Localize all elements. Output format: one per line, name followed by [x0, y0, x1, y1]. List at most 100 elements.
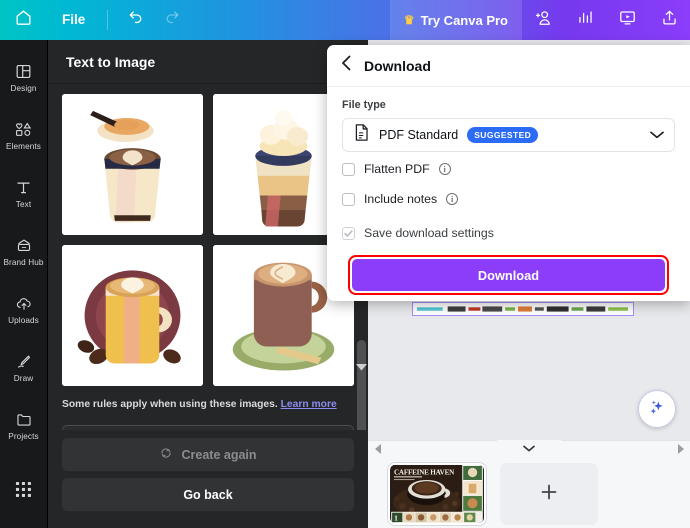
svg-text:1: 1 — [394, 514, 398, 523]
crown-icon: ♛ — [404, 14, 415, 26]
toolbar-divider — [107, 10, 108, 30]
sidebar-item-elements[interactable]: Elements — [0, 106, 48, 164]
file-type-value: PDF Standard — [379, 128, 458, 142]
file-type-select[interactable]: PDF Standard SUGGESTED — [342, 118, 675, 152]
text-to-image-panel: Text to Image — [48, 40, 368, 528]
top-toolbar: File ♛ Try Canva Pro — [0, 0, 690, 40]
scrollbar-thumb[interactable] — [357, 340, 366, 430]
info-circle-icon[interactable]: i — [439, 163, 451, 175]
present-icon — [618, 8, 637, 32]
page-thumbnail-1[interactable]: CAFFEINE HAVEN 1 — [388, 463, 486, 525]
try-canva-pro-label: Try Canva Pro — [421, 13, 508, 28]
rules-label: Some rules apply when using these images… — [62, 399, 278, 410]
go-back-label: Go back — [183, 488, 232, 502]
sidebar-item-apps[interactable] — [0, 460, 48, 518]
undo-icon — [125, 9, 143, 32]
chevron-down-icon — [523, 439, 535, 457]
selected-canvas-element[interactable] — [412, 302, 634, 316]
redo-icon — [165, 9, 183, 32]
text-t-icon — [14, 176, 33, 198]
back-button[interactable] — [341, 55, 352, 76]
add-page-button[interactable] — [500, 463, 598, 525]
elements-shapes-icon — [13, 118, 34, 140]
left-sidebar-rail: Design Elements Text — [0, 40, 48, 528]
sidebar-item-draw[interactable]: Draw — [0, 338, 48, 396]
pages-bar: CAFFEINE HAVEN 1 — [368, 440, 690, 528]
download-panel-title: Download — [364, 58, 431, 74]
document-file-icon — [353, 123, 370, 147]
generated-image-1[interactable] — [62, 94, 203, 235]
flatten-pdf-checkbox-row[interactable]: Flatten PDF i — [342, 156, 675, 182]
svg-text:CAFFEINE HAVEN: CAFFEINE HAVEN — [394, 468, 455, 476]
go-back-button[interactable]: Go back — [62, 478, 354, 511]
download-button-highlight: Download — [348, 255, 669, 295]
panel-title: Text to Image — [48, 40, 368, 84]
insights-chart-icon — [576, 8, 595, 32]
share-collaborators-button[interactable] — [522, 0, 564, 40]
collapse-pages-button[interactable] — [497, 440, 561, 456]
suggested-badge: SUGGESTED — [467, 127, 538, 143]
flatten-pdf-label: Flatten PDF — [364, 162, 430, 176]
home-icon — [14, 8, 33, 32]
chevron-down-icon — [650, 126, 664, 144]
chevron-right-icon — [677, 441, 684, 459]
sidebar-item-label: Draw — [14, 375, 34, 383]
sidebar-item-label: Elements — [6, 143, 41, 151]
brand-hub-icon — [14, 234, 34, 256]
sidebar-item-label: Brand Hub — [3, 259, 43, 267]
next-page-button[interactable] — [673, 443, 687, 457]
page-thumbnails: CAFFEINE HAVEN 1 — [388, 463, 598, 525]
include-notes-checkbox[interactable] — [342, 193, 355, 206]
plus-icon — [539, 482, 559, 506]
create-again-label: Create again — [181, 448, 256, 462]
save-settings-checkbox-row[interactable]: Save download settings — [342, 220, 675, 246]
draw-pen-icon — [14, 350, 34, 372]
canva-editor-window: File ♛ Try Canva Pro — [0, 0, 690, 528]
info-circle-icon[interactable]: i — [446, 193, 458, 205]
home-button[interactable] — [0, 0, 46, 40]
include-notes-checkbox-row[interactable]: Include notes i — [342, 186, 675, 212]
chevron-left-icon — [375, 441, 382, 459]
create-again-button[interactable]: Create again — [62, 438, 354, 471]
add-collaborator-icon — [533, 8, 553, 33]
sidebar-item-label: Text — [16, 201, 31, 209]
apps-grid-icon — [15, 478, 32, 500]
download-panel-header: Download — [327, 45, 690, 87]
redo-button[interactable] — [154, 0, 194, 40]
flatten-pdf-checkbox[interactable] — [342, 163, 355, 176]
undo-button[interactable] — [114, 0, 154, 40]
magic-sparkle-icon — [647, 397, 667, 422]
share-button[interactable] — [648, 0, 690, 40]
share-upload-icon — [660, 8, 679, 32]
download-panel: Download File type PDF Standard SUGGESTE… — [327, 45, 690, 301]
sidebar-item-design[interactable]: Design — [0, 48, 48, 106]
present-button[interactable] — [606, 0, 648, 40]
scroll-down-arrow-icon[interactable] — [356, 361, 367, 372]
download-panel-body: File type PDF Standard SUGGESTED Flatten — [327, 87, 690, 295]
text-to-image-actions: Create again Go back — [48, 430, 368, 528]
learn-more-link[interactable]: Learn more — [281, 399, 337, 410]
refresh-icon — [159, 446, 173, 463]
sidebar-item-brand-hub[interactable]: Brand Hub — [0, 222, 48, 280]
insights-button[interactable] — [564, 0, 606, 40]
sidebar-item-projects[interactable]: Projects — [0, 396, 48, 454]
sidebar-item-text[interactable]: Text — [0, 164, 48, 222]
uploads-cloud-icon — [14, 292, 34, 314]
file-menu-button[interactable]: File — [46, 0, 101, 40]
sidebar-item-label: Uploads — [8, 317, 39, 325]
sidebar-item-uploads[interactable]: Uploads — [0, 280, 48, 338]
sidebar-item-label: Design — [10, 85, 36, 93]
try-canva-pro-button[interactable]: ♛ Try Canva Pro — [390, 0, 522, 40]
generated-image-grid — [62, 94, 354, 386]
magic-studio-button[interactable] — [638, 390, 676, 428]
prompt-input[interactable]: Include objects, colors, locations, — [62, 425, 354, 430]
sidebar-item-label: Projects — [8, 433, 38, 441]
usage-rules-text: Some rules apply when using these images… — [62, 398, 354, 413]
projects-folder-icon — [14, 408, 34, 430]
save-settings-checkbox[interactable] — [342, 227, 355, 240]
generated-image-3[interactable] — [62, 245, 203, 386]
design-layout-icon — [14, 60, 33, 82]
previous-page-button[interactable] — [371, 443, 385, 457]
download-button[interactable]: Download — [352, 259, 665, 291]
file-type-label: File type — [342, 99, 675, 111]
